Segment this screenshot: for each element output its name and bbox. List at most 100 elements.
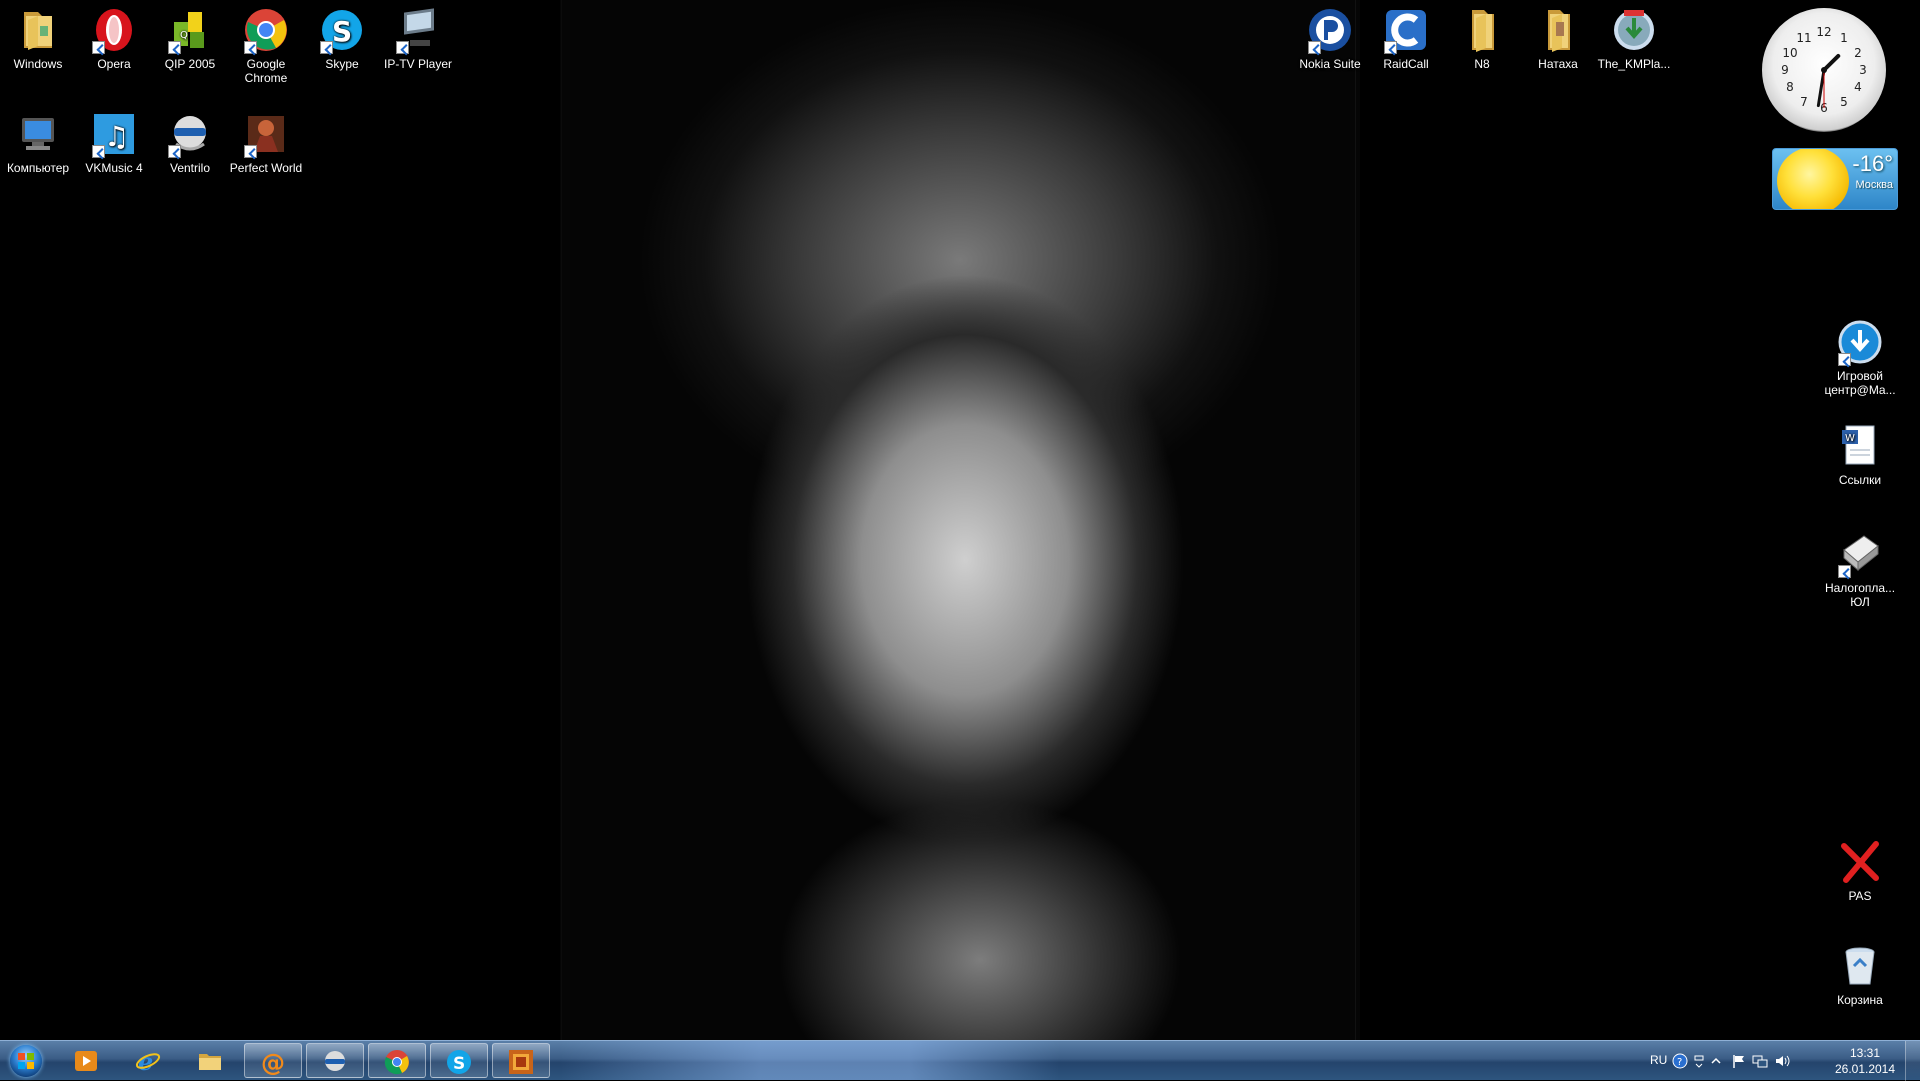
desktop[interactable]: Windows Opera Q QIP 2005 Google Chrome S… <box>0 0 1920 1040</box>
svg-text:S: S <box>332 15 352 48</box>
network-icon[interactable] <box>1752 1053 1768 1069</box>
game-center-icon <box>1836 318 1884 366</box>
shortcut-arrow-icon <box>168 41 181 54</box>
desktop-icon-links-document[interactable]: W Ссылки <box>1822 422 1898 487</box>
weather-gadget[interactable]: -16° Москва <box>1772 148 1898 210</box>
desktop-icon-skype[interactable]: S Skype <box>304 6 380 71</box>
help-icon[interactable]: ? <box>1672 1053 1688 1069</box>
sunny-weather-icon <box>1777 149 1849 209</box>
desktop-icon-iptv-player[interactable]: IP-TV Player <box>380 6 456 71</box>
windows-logo-icon <box>18 1053 34 1069</box>
start-button[interactable] <box>4 1042 50 1080</box>
taskbar-skype[interactable]: S <box>430 1043 488 1078</box>
action-center-flag-icon[interactable] <box>1732 1053 1746 1069</box>
clock-face: 1212 345 678 91011 <box>1781 25 1867 115</box>
iptv-icon <box>394 6 442 54</box>
desktop-icon-recycle-bin[interactable]: Корзина <box>1822 942 1898 1007</box>
taskbar-internet-explorer[interactable]: e <box>120 1043 178 1078</box>
taskbar-date: 26.01.2014 <box>1834 1062 1896 1076</box>
skype-icon: S <box>447 1050 471 1074</box>
taskbar-mail-agent[interactable]: @ <box>244 1043 302 1078</box>
desktop-icon-opera[interactable]: Opera <box>76 6 152 71</box>
desktop-icon-computer[interactable]: Компьютер <box>0 110 76 175</box>
taskbar-perfect-world[interactable] <box>492 1043 550 1078</box>
desktop-icon-label: Opera <box>97 57 131 71</box>
weather-temperature: -16° <box>1852 151 1893 176</box>
show-hidden-icons-arrow[interactable] <box>1710 1053 1722 1069</box>
input-method-icon[interactable] <box>1692 1053 1706 1069</box>
svg-text:7: 7 <box>1800 95 1808 109</box>
desktop-icon-label: Натаха <box>1538 57 1578 71</box>
svg-text:1: 1 <box>1840 31 1848 45</box>
folder-icon <box>199 1054 221 1070</box>
shortcut-arrow-icon <box>320 41 333 54</box>
desktop-icon-natakha-folder[interactable]: Натаха <box>1520 6 1596 71</box>
desktop-icon-kmplayer[interactable]: The_KMPla... <box>1596 6 1672 71</box>
svg-text:4: 4 <box>1854 80 1862 94</box>
desktop-icon-label: Компьютер <box>6 161 70 175</box>
taskbar-chrome[interactable] <box>368 1043 426 1078</box>
desktop-icon-perfect-world[interactable]: Perfect World <box>228 110 304 175</box>
desktop-icon-label: Игровой центр@Ma... <box>1824 369 1896 397</box>
ventrilo-icon <box>166 110 214 158</box>
desktop-icon-label: Ссылки <box>1838 473 1882 487</box>
media-player-icon <box>75 1051 97 1071</box>
desktop-icon-qip[interactable]: Q QIP 2005 <box>152 6 228 71</box>
taskbar-clock[interactable]: 13:31 26.01.2014 <box>1830 1045 1900 1077</box>
desktop-icon-pas[interactable]: PAS <box>1822 838 1898 903</box>
desktop-icon-label: Nokia Suite <box>1299 57 1361 71</box>
desktop-icon-label: Налогопла... ЮЛ <box>1824 581 1896 609</box>
weather-city: Москва <box>1855 179 1893 191</box>
desktop-icon-label: Ventrilo <box>169 161 211 175</box>
desktop-icon-tax-app[interactable]: Налогопла... ЮЛ <box>1822 530 1898 609</box>
ie-icon: e <box>135 1048 161 1074</box>
red-x-icon <box>1836 838 1884 886</box>
vkmusic-icon: ♫ <box>90 110 138 158</box>
clock-hour-hand <box>1822 53 1841 72</box>
desktop-icon-n8-folder[interactable]: N8 <box>1444 6 1520 71</box>
desktop-icon-label: VKMusic 4 <box>85 161 143 175</box>
desktop-icon-raidcall[interactable]: RaidCall <box>1368 6 1444 71</box>
document-icon: W <box>1836 422 1884 470</box>
svg-text:W: W <box>1845 433 1855 444</box>
shortcut-arrow-icon <box>244 41 257 54</box>
svg-text:10: 10 <box>1782 46 1797 60</box>
nokia-suite-icon <box>1306 6 1354 54</box>
svg-text:2: 2 <box>1854 46 1862 60</box>
desktop-icon-nokia-suite[interactable]: Nokia Suite <box>1292 6 1368 71</box>
clock-gadget[interactable]: 1212 345 678 91011 <box>1762 8 1886 132</box>
shortcut-arrow-icon <box>396 41 409 54</box>
shortcut-arrow-icon <box>1838 353 1851 366</box>
taskbar[interactable]: e @ S RU ? 13:31 26.01.2014 <box>0 1040 1920 1081</box>
svg-text:S: S <box>453 1054 465 1074</box>
svg-text:@: @ <box>261 1049 285 1075</box>
desktop-icon-label: Google Chrome <box>244 57 288 85</box>
kmplayer-installer-icon <box>1610 6 1658 54</box>
desktop-icon-label: Perfect World <box>229 161 303 175</box>
svg-text:11: 11 <box>1796 31 1811 45</box>
shortcut-arrow-icon <box>92 41 105 54</box>
taskbar-ventrilo[interactable] <box>306 1043 364 1078</box>
svg-text:9: 9 <box>1781 63 1789 77</box>
perfect-world-icon <box>509 1050 533 1074</box>
desktop-icon-vkmusic[interactable]: ♫ VKMusic 4 <box>76 110 152 175</box>
language-indicator[interactable]: RU <box>1650 1053 1667 1069</box>
desktop-icon-ventrilo[interactable]: Ventrilo <box>152 110 228 175</box>
mail-agent-icon: @ <box>261 1049 285 1075</box>
taskbar-media-player[interactable] <box>58 1043 116 1078</box>
svg-text:5: 5 <box>1840 95 1848 109</box>
shortcut-arrow-icon <box>1838 565 1851 578</box>
computer-icon <box>14 110 62 158</box>
desktop-icon-google-chrome[interactable]: Google Chrome <box>228 6 304 85</box>
show-desktop-button[interactable] <box>1905 1041 1920 1081</box>
taskbar-explorer[interactable] <box>182 1043 240 1078</box>
shortcut-arrow-icon <box>244 145 257 158</box>
folder-icon <box>1534 6 1582 54</box>
shortcut-arrow-icon <box>92 145 105 158</box>
desktop-icon-windows-folder[interactable]: Windows <box>0 6 76 71</box>
volume-icon[interactable] <box>1774 1053 1790 1069</box>
shortcut-arrow-icon <box>1384 41 1397 54</box>
desktop-icon-game-center[interactable]: Игровой центр@Ma... <box>1822 318 1898 397</box>
desktop-icon-label: The_KMPla... <box>1597 57 1671 71</box>
recycle-bin-icon <box>1836 942 1884 990</box>
